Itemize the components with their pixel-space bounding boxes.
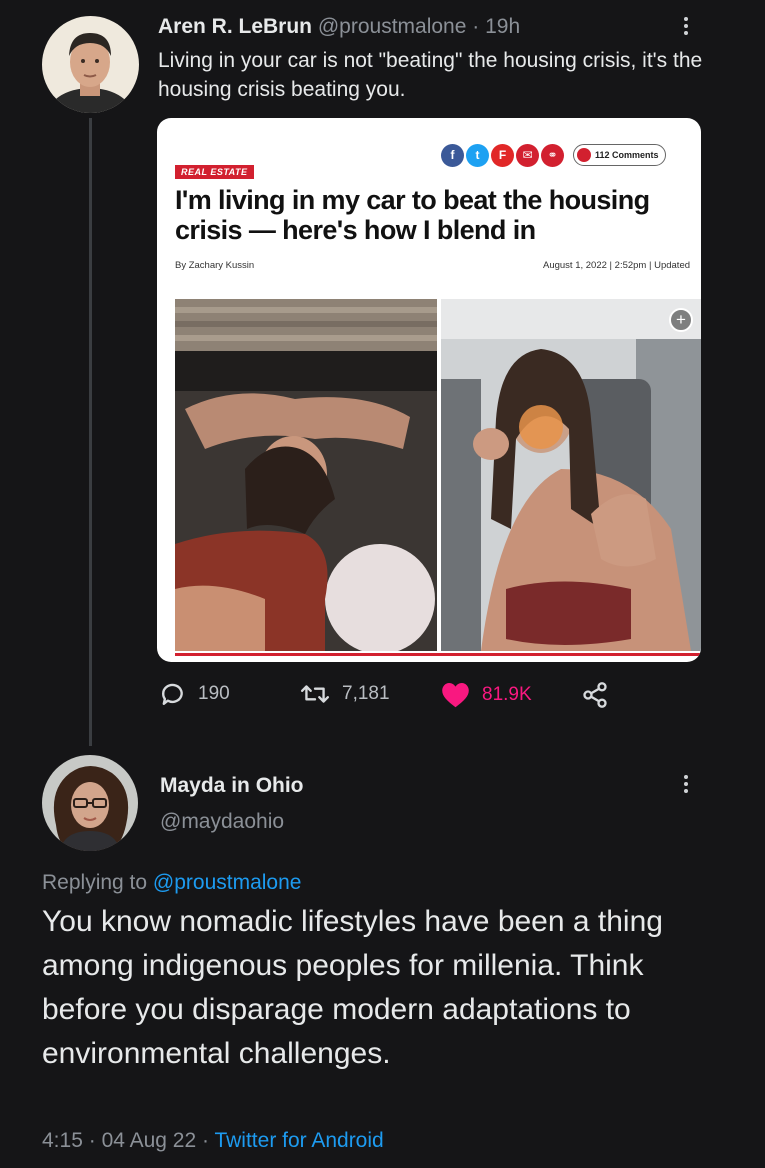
retweet-count: 7,181	[342, 683, 390, 704]
like-count: 81.9K	[482, 683, 532, 705]
author-name[interactable]: Aren R. LeBrun	[158, 15, 312, 38]
comment-bubble-icon	[577, 148, 591, 162]
twitter-icon[interactable]: t	[466, 143, 489, 167]
expand-plus-icon[interactable]: +	[669, 308, 693, 332]
reply-count: 190	[198, 683, 230, 704]
reply-button[interactable]: 190	[160, 681, 230, 707]
like-button[interactable]: 81.9K	[441, 681, 532, 708]
heart-filled-icon	[442, 683, 469, 708]
reply-time: 4:15	[42, 1129, 83, 1152]
category-tag[interactable]: REAL ESTATE	[175, 165, 254, 179]
comments-button[interactable]: 112 Comments	[573, 144, 666, 166]
reply-author-name[interactable]: Mayda in Ohio	[160, 774, 304, 798]
replying-prefix: Replying to	[42, 871, 148, 894]
retweet-icon	[300, 685, 330, 703]
reply-date: 04 Aug 22	[101, 1129, 197, 1152]
article-card[interactable]: f t F ✉ ⚭ 112 Comments REAL ESTATE I'm l…	[157, 118, 701, 662]
share-button[interactable]	[581, 681, 609, 709]
flipboard-icon[interactable]: F	[491, 143, 514, 167]
facebook-icon[interactable]: f	[441, 143, 464, 167]
more-options-icon[interactable]	[676, 772, 696, 802]
article-photo-right	[441, 299, 701, 651]
tweet-text: Living in your car is not "beating" the …	[158, 49, 703, 101]
meta-separator: ·	[202, 1129, 209, 1152]
reply-text: You know nomadic lifestyles have been a …	[42, 905, 663, 1070]
card-divider	[175, 653, 701, 656]
article-headline[interactable]: I'm living in my car to beat the housing…	[175, 185, 685, 245]
author-handle[interactable]: @proustmalone	[318, 15, 467, 38]
article-photo-left	[175, 299, 437, 651]
tweet-header: Aren R. LeBrun @proustmalone · 19h	[158, 15, 520, 39]
reply-icon	[162, 683, 183, 705]
comments-label: 112 Comments	[595, 150, 659, 160]
share-icon	[583, 682, 607, 708]
reply-source[interactable]: Twitter for Android	[214, 1129, 383, 1152]
retweet-button[interactable]: 7,181	[300, 681, 390, 707]
reply-meta: 4:15 · 04 Aug 22 · Twitter for Android	[42, 1129, 384, 1153]
avatar-aren[interactable]	[42, 16, 139, 113]
email-icon[interactable]: ✉	[516, 143, 539, 167]
replying-to-handle[interactable]: @proustmalone	[153, 871, 302, 894]
link-icon[interactable]: ⚭	[541, 143, 564, 167]
meta-separator: ·	[88, 1129, 96, 1152]
thread-line	[89, 118, 92, 746]
replying-to: Replying to @proustmalone	[42, 871, 301, 895]
share-icons-row: f t F ✉ ⚭ 112 Comments	[441, 143, 666, 167]
article-date: August 1, 2022 | 2:52pm | Updated	[543, 260, 691, 271]
header-separator: ·	[472, 15, 480, 38]
reply-author-handle[interactable]: @maydaohio	[160, 810, 284, 834]
more-options-icon[interactable]	[676, 14, 696, 44]
tweet-time[interactable]: 19h	[485, 15, 520, 38]
article-byline: By Zachary Kussin	[175, 260, 255, 271]
avatar-mayda[interactable]	[42, 755, 138, 851]
